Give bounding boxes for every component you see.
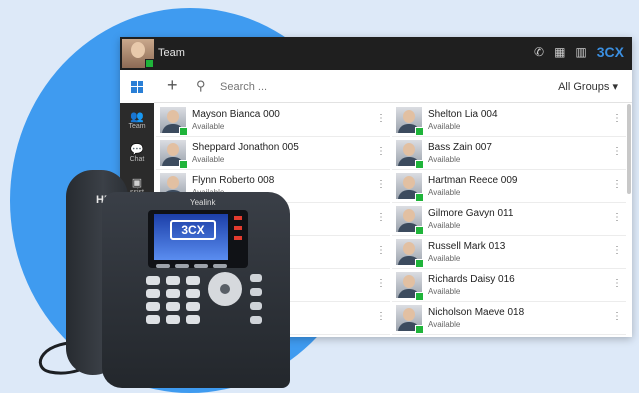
contact-name: Richards Daisy 016 (428, 274, 515, 285)
search-icon[interactable]: ⚲ (196, 78, 206, 94)
contact-name: Russell Mark 013 (428, 241, 506, 252)
line-led (234, 216, 242, 220)
contact-name: Nicholson Maeve 018 (428, 307, 525, 318)
contact-item[interactable]: Richards Daisy 016 Available ⋮ (392, 269, 626, 302)
contact-name: Hartman Reece 009 (428, 175, 518, 186)
book-icon[interactable]: ▥ (575, 45, 586, 59)
groups-dropdown[interactable]: All Groups ▾ (558, 80, 618, 93)
search-input[interactable] (220, 78, 400, 95)
status-indicator (415, 226, 424, 235)
window-title: Team (158, 47, 185, 59)
keypad (146, 276, 200, 324)
screen-logo: 3CX (170, 220, 216, 240)
logo-3cx: 3CX (596, 44, 624, 60)
add-contact-button[interactable]: + (167, 75, 178, 96)
phone-brand: Yealink (190, 198, 216, 207)
contact-item[interactable]: Russell Mark 013 Available ⋮ (392, 236, 626, 269)
status-indicator (415, 193, 424, 202)
desk-phone: HD Yealink 3CX (30, 148, 290, 388)
more-options-icon[interactable]: ⋮ (612, 113, 622, 124)
phone-icon[interactable]: ✆ (534, 45, 544, 59)
contact-status: Available (428, 254, 461, 263)
more-options-icon[interactable]: ⋮ (376, 113, 386, 124)
contact-status: Available (428, 122, 461, 131)
status-indicator (415, 127, 424, 136)
toolbar: + ⚲ All Groups ▾ (154, 70, 632, 103)
line-led (234, 226, 242, 230)
top-icons: ✆ ▦ ▥ 3CX (534, 44, 624, 60)
more-options-icon[interactable]: ⋮ (612, 311, 622, 322)
contact-name: Mayson Bianca 000 (192, 109, 280, 120)
scrollbar[interactable] (627, 104, 631, 194)
contact-status: Available (192, 122, 225, 131)
more-options-icon[interactable]: ⋮ (612, 212, 622, 223)
contact-item[interactable]: Bass Zain 007 Available ⋮ (392, 137, 626, 170)
contact-item[interactable]: Gilmore Gavyn 011 Available ⋮ (392, 203, 626, 236)
contact-status: Available (428, 188, 461, 197)
line-led (234, 236, 242, 240)
more-options-icon[interactable]: ⋮ (376, 278, 386, 289)
status-indicator (145, 59, 154, 68)
more-options-icon[interactable]: ⋮ (612, 179, 622, 190)
more-options-icon[interactable]: ⋮ (376, 179, 386, 190)
contact-name: Shelton Lia 004 (428, 109, 498, 120)
contact-item[interactable]: Hartman Reece 009 Available ⋮ (392, 170, 626, 203)
more-options-icon[interactable]: ⋮ (376, 146, 386, 157)
contact-status: Available (428, 287, 461, 296)
contact-item[interactable]: Shelton Lia 004 Available ⋮ (392, 104, 626, 137)
more-options-icon[interactable]: ⋮ (612, 278, 622, 289)
contact-status: Available (428, 320, 461, 329)
more-options-icon[interactable]: ⋮ (612, 245, 622, 256)
status-indicator (179, 127, 188, 136)
contact-item[interactable]: Mayson Bianca 000 Available ⋮ (156, 104, 390, 137)
title-bar: Team ✆ ▦ ▥ 3CX (120, 37, 632, 70)
function-keys (250, 274, 262, 324)
status-indicator (415, 292, 424, 301)
contact-name: Bass Zain 007 (428, 142, 492, 153)
more-options-icon[interactable]: ⋮ (376, 311, 386, 322)
dialpad-icon[interactable]: ▦ (554, 45, 565, 59)
people-icon: 👥 (130, 110, 144, 123)
contact-name: Gilmore Gavyn 011 (428, 208, 514, 219)
contact-status: Available (428, 221, 461, 230)
soft-keys (156, 264, 227, 268)
user-avatar[interactable] (122, 39, 154, 68)
sidebar-item-home[interactable] (120, 70, 154, 103)
sidebar-item-label: Team (128, 122, 146, 130)
more-options-icon[interactable]: ⋮ (376, 245, 386, 256)
ok-button (220, 284, 230, 294)
sidebar-item-team[interactable]: 👥 Team (120, 103, 154, 136)
contact-status: Available (428, 155, 461, 164)
more-options-icon[interactable]: ⋮ (612, 146, 622, 157)
windows-icon (131, 80, 143, 93)
contact-item[interactable]: Nicholson Maeve 018 Available ⋮ (392, 302, 626, 335)
status-indicator (415, 259, 424, 268)
more-options-icon[interactable]: ⋮ (376, 212, 386, 223)
status-indicator (415, 325, 424, 334)
status-indicator (415, 160, 424, 169)
